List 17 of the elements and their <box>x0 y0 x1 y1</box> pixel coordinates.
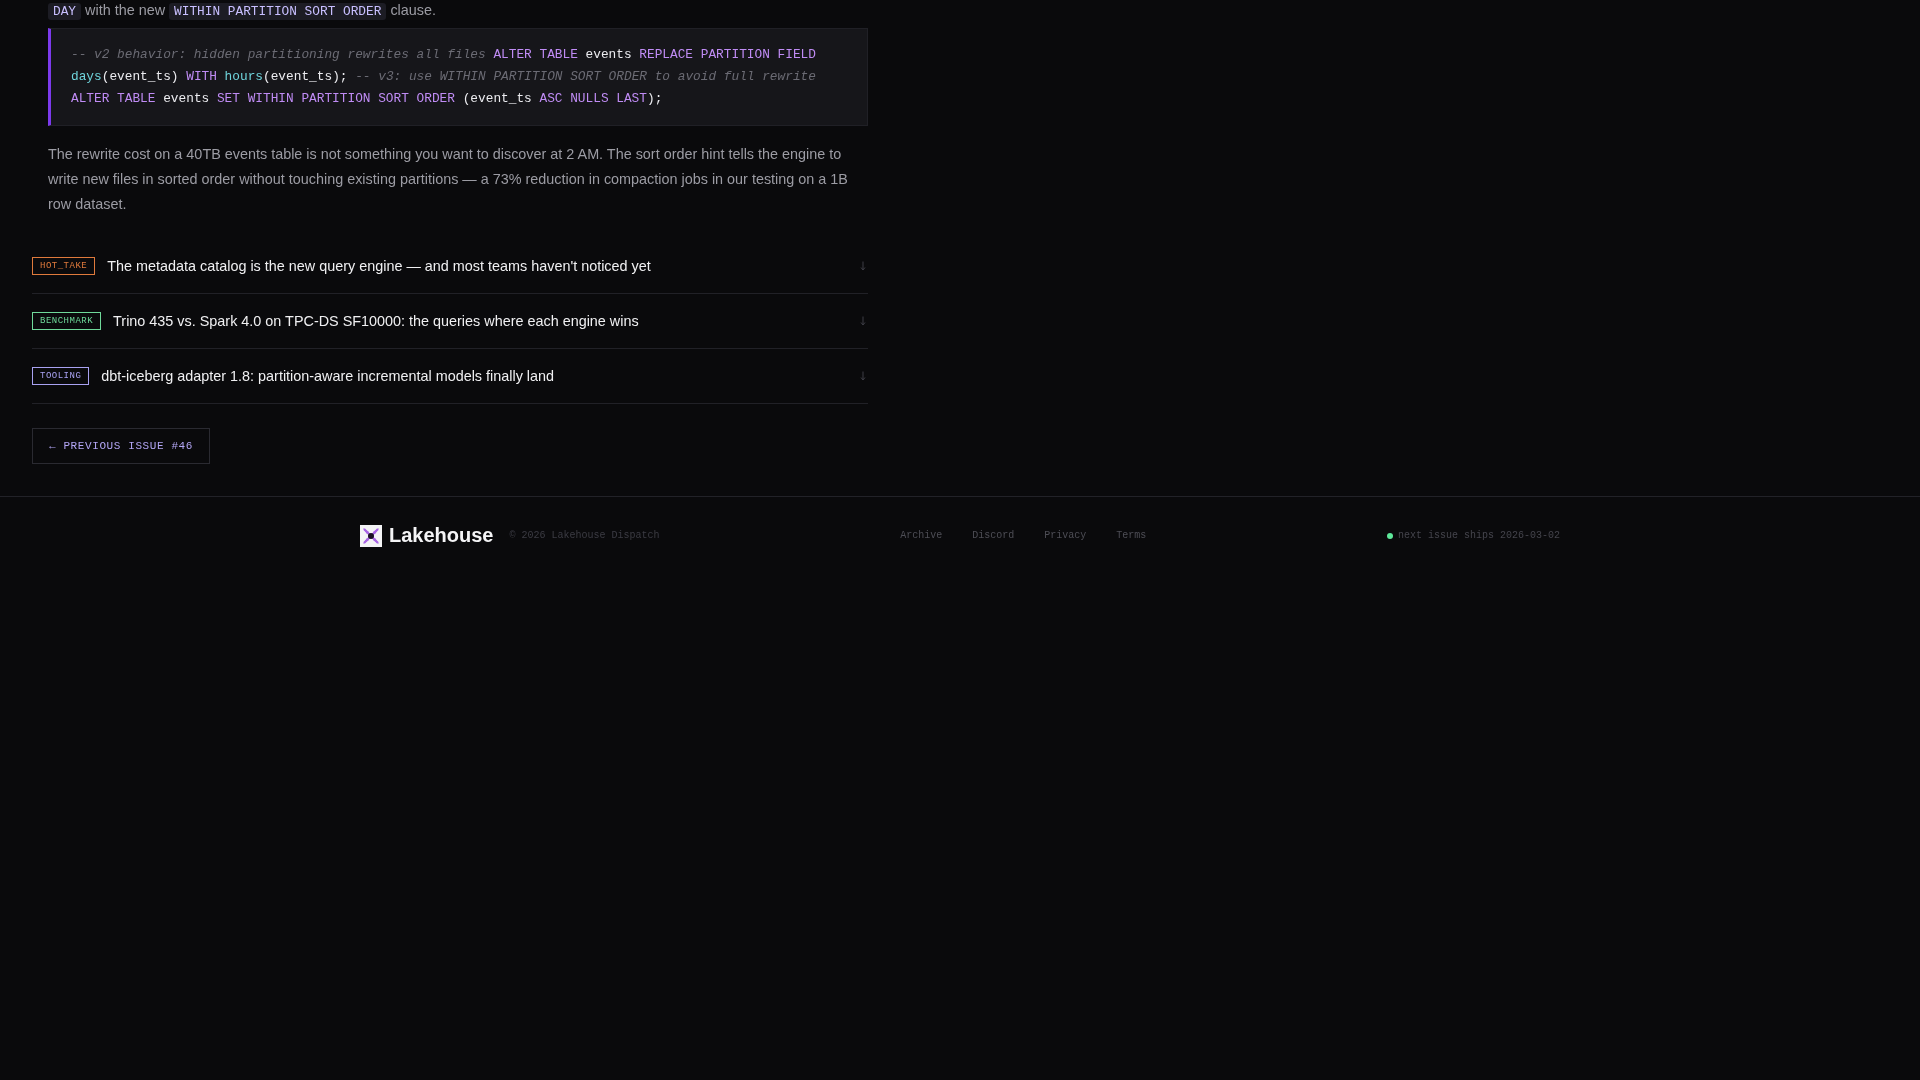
brand-name[interactable]: Lakehouse <box>389 524 494 547</box>
category-tag: HOT_TAKE <box>32 257 96 275</box>
status-text: next issue ships 2026-03-02 <box>1397 530 1560 541</box>
arrow-down-icon <box>860 316 866 326</box>
arrow-down-icon <box>860 371 866 381</box>
code-block: -- v2 behavior: hidden partitioning rewrites all files ALTER TABLE events REPLACE PARTITION FIELD days(event_ts) WITH hours(event_ts); -- v3: use WITHIN PARTITION SORT ORDER to avoid full rewrite ALTER TABLE events SET WITHIN PARTITION SORT ORDER (event_ts ASC NULLS LAST); <box>48 28 868 126</box>
category-tag: BENCHMARK <box>32 312 102 330</box>
previous-issue-button[interactable]: ← PREVIOUS ISSUE #46 <box>32 428 211 464</box>
category-tag: TOOLING <box>32 367 90 385</box>
arrow-down-icon <box>860 261 866 271</box>
logo-icon <box>360 524 382 547</box>
post-title-link[interactable]: Trino 435 vs. Spark 4.0 on TPC-DS SF10000: the queries where each engine wins <box>113 313 639 329</box>
paragraph-text: DAY with the new WITHIN PARTITION SORT ORDER clause. <box>48 0 868 22</box>
post-title-link[interactable]: The metadata catalog is the new query engine — and most teams haven't noticed yet <box>107 258 651 274</box>
status-dot-icon <box>1386 532 1393 539</box>
paragraph-text: The rewrite cost on a 40TB events table is not something you want to discover at 2 AM. The sort order hint tells the engine to write new files in sorted order without touching existing partitions — a 73% reduction in compaction jobs in our testing on a 1B row dataset. <box>48 145 849 214</box>
post-title-link[interactable]: dbt-iceberg adapter 1.8: partition-aware incremental models finally land <box>101 368 555 384</box>
